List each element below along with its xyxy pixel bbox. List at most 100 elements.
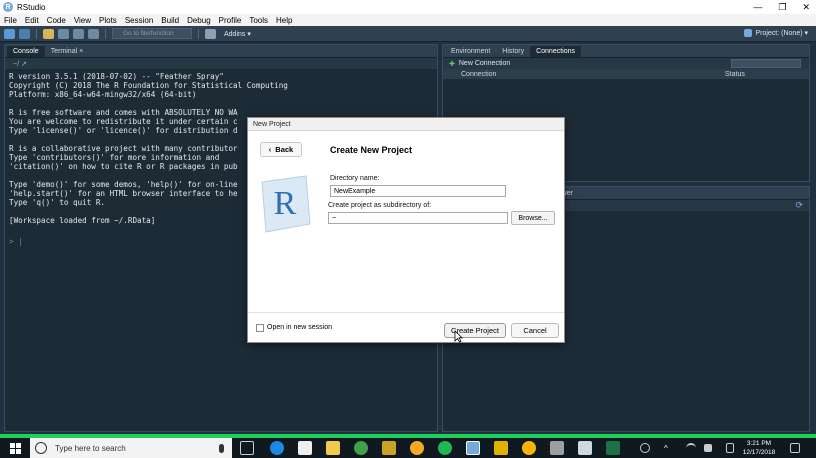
project-label: Project: (None) ▾ (755, 30, 808, 37)
dialog-heading: Create New Project (330, 145, 413, 155)
taskbar-search-placeholder: Type here to search (55, 443, 126, 453)
dialog-title: New Project (248, 118, 564, 131)
window-title: RStudio (17, 2, 46, 12)
new-project-dialog: New Project ‹ Back Create New Project R … (247, 117, 565, 343)
app-icon[interactable] (494, 441, 508, 455)
maximize-button[interactable]: ❐ (778, 2, 786, 13)
layout-grid-icon[interactable] (205, 28, 216, 39)
menu-view[interactable]: View (74, 16, 96, 25)
save-all-icon[interactable] (73, 28, 84, 39)
tab-console[interactable]: Console (7, 46, 45, 57)
column-connection: Connection (461, 70, 497, 78)
new-connection-button[interactable]: New Connection (459, 60, 510, 67)
project-icon (744, 29, 753, 37)
console-path: ~/ ↗ (5, 58, 437, 69)
refresh-icon[interactable]: ⟳ (795, 200, 803, 211)
tab-environment[interactable]: Environment (445, 46, 496, 57)
mail-icon[interactable] (298, 441, 312, 455)
app-icon[interactable] (410, 441, 424, 455)
system-clock[interactable]: 3:21 PM 12/17/2018 (736, 438, 782, 458)
mouse-cursor-icon (454, 330, 463, 343)
app-icon[interactable] (382, 441, 396, 455)
minimize-button[interactable]: — (753, 2, 762, 12)
app-icon[interactable] (522, 441, 536, 455)
print-icon[interactable] (88, 28, 99, 39)
menu-help[interactable]: Help (276, 16, 297, 25)
spotify-icon[interactable] (438, 441, 452, 455)
action-center-icon[interactable] (790, 443, 800, 453)
clock-date: 12/17/2018 (742, 449, 776, 456)
people-icon[interactable] (640, 443, 650, 453)
subdirectory-input[interactable]: ~ (328, 212, 508, 224)
addins-dropdown[interactable]: Addins ▾ (224, 30, 251, 38)
file-explorer-icon[interactable] (326, 441, 340, 455)
console-tabstrip: Console Terminal × (5, 45, 437, 58)
task-view-icon[interactable] (240, 441, 254, 455)
save-icon[interactable] (58, 28, 69, 39)
console-line: Platform: x86_64-w64-mingw32/x64 (64-bit… (9, 90, 197, 99)
toolbar-divider (105, 28, 106, 39)
app-icon[interactable] (578, 441, 592, 455)
console-line: Copyright (C) 2018 The R Foundation for … (9, 81, 288, 90)
menu-profile[interactable]: Profile (219, 16, 247, 25)
menu-edit[interactable]: Edit (25, 16, 44, 25)
close-button[interactable]: ✕ (802, 2, 810, 13)
dialog-divider (248, 312, 564, 313)
goto-file-input[interactable]: Go to file/function (112, 28, 192, 39)
project-menu[interactable]: Project: (None) ▾ (744, 29, 808, 37)
menu-file[interactable]: File (4, 16, 22, 25)
open-file-icon[interactable] (43, 28, 54, 39)
search-icon (35, 442, 47, 454)
main-toolbar: Go to file/function Addins ▾ Project: (N… (0, 26, 816, 42)
console-line: R is free software and comes with ABSOLU… (9, 108, 238, 117)
menu-build[interactable]: Build (161, 16, 184, 25)
rstudio-logo-icon: R (3, 2, 13, 12)
chrome-icon[interactable] (354, 441, 368, 455)
menu-plots[interactable]: Plots (99, 16, 122, 25)
taskbar-search[interactable]: Type here to search (30, 438, 232, 458)
browse-button[interactable]: Browse... (511, 211, 555, 225)
menu-code[interactable]: Code (47, 16, 71, 25)
directory-name-input[interactable]: NewExample (330, 185, 506, 197)
rstudio-taskbar-icon[interactable] (466, 441, 480, 455)
menu-tools[interactable]: Tools (249, 16, 273, 25)
cancel-button[interactable]: Cancel (511, 323, 559, 338)
app-icon[interactable] (550, 441, 564, 455)
open-in-new-session-label: Open in new session (267, 324, 332, 331)
microphone-icon[interactable] (219, 443, 224, 453)
toolbar-divider (36, 28, 37, 39)
new-project-icon[interactable] (19, 28, 30, 39)
menu-bar: File Edit Code View Plots Session Build … (0, 14, 816, 26)
tab-connections[interactable]: Connections (530, 46, 581, 57)
pen-icon[interactable] (726, 443, 734, 453)
tab-history[interactable]: History (496, 46, 530, 57)
chevron-up-icon[interactable]: ^ (664, 444, 674, 453)
new-connection-icon: ✚ (449, 60, 455, 68)
menu-session[interactable]: Session (125, 16, 158, 25)
connections-search-input[interactable] (731, 59, 801, 68)
directory-name-label: Directory name: (330, 175, 380, 182)
connections-table-header: Connection Status (443, 69, 809, 79)
clock-time: 3:21 PM (746, 440, 772, 447)
menu-debug[interactable]: Debug (187, 16, 216, 25)
volume-icon[interactable] (704, 444, 712, 452)
open-in-new-session-checkbox[interactable] (256, 324, 264, 332)
svg-text:R: R (274, 185, 297, 222)
edge-browser-icon[interactable] (270, 441, 284, 455)
subdirectory-label: Create project as subdirectory of: (328, 202, 432, 209)
excel-icon[interactable] (606, 441, 620, 455)
console-line: R version 3.5.1 (2018-07-02) -- "Feather… (9, 72, 224, 81)
back-button[interactable]: ‹ Back (260, 142, 302, 157)
r-logo-icon: R (256, 174, 314, 234)
tab-terminal[interactable]: Terminal × (45, 46, 89, 57)
wifi-icon[interactable] (686, 443, 696, 453)
windows-start-icon[interactable] (10, 442, 21, 454)
toolbar-divider (198, 28, 199, 39)
back-label: Back (275, 145, 294, 154)
back-arrow-icon: ‹ (268, 145, 272, 154)
new-file-icon[interactable] (4, 28, 15, 39)
title-bar: R RStudio — ❐ ✕ (0, 0, 816, 14)
environment-tabstrip: Environment History Connections (443, 45, 809, 58)
column-status: Status (725, 70, 745, 78)
